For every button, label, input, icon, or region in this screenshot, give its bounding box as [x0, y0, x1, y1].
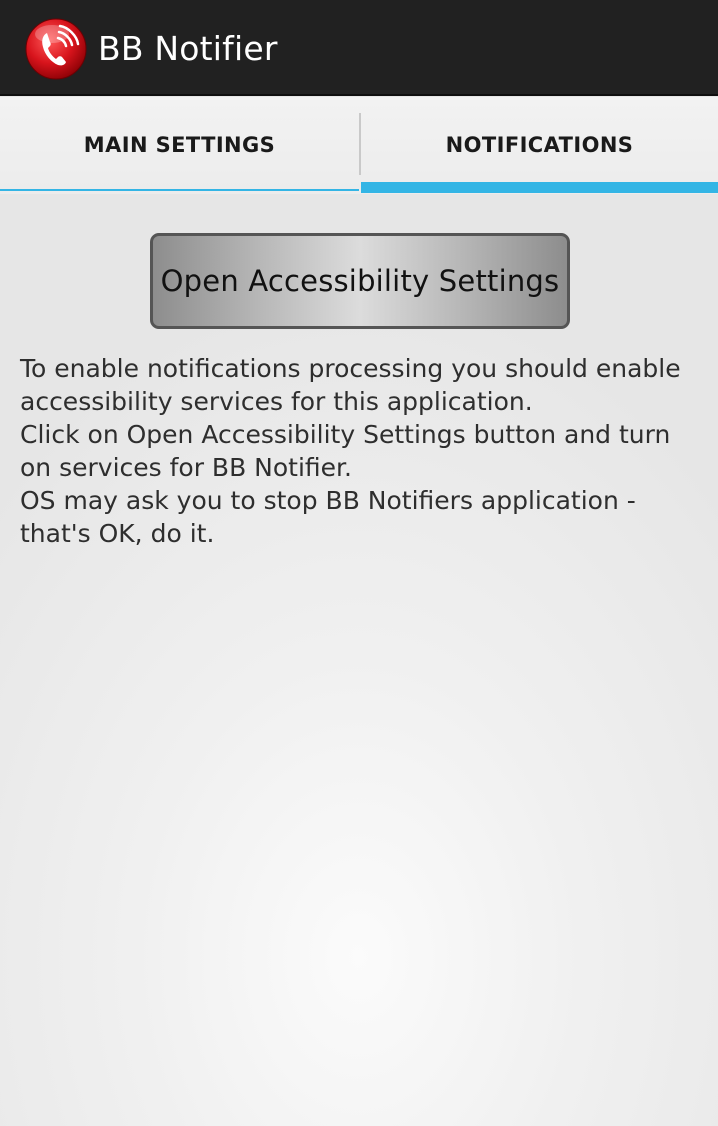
instructions-line: on services for BB Notifier. — [20, 453, 352, 482]
tab-notifications[interactable]: NOTIFICATIONS — [361, 97, 718, 194]
open-accessibility-settings-button[interactable]: Open Accessibility Settings — [150, 233, 570, 329]
tab-underline — [0, 189, 359, 191]
tab-main-settings[interactable]: MAIN SETTINGS — [0, 97, 359, 194]
action-bar: BB Notifier — [0, 0, 718, 96]
instructions-line: To enable notifications processing you s… — [20, 354, 681, 383]
app-title: BB Notifier — [98, 29, 278, 68]
instructions-line: that's OK, do it. — [20, 519, 215, 548]
tab-notifications-label: NOTIFICATIONS — [445, 132, 634, 157]
instructions-text: To enable notifications processing you s… — [20, 352, 710, 550]
instructions-line: Click on Open Accessibility Settings but… — [20, 420, 671, 449]
tab-bar: MAIN SETTINGS NOTIFICATIONS — [0, 97, 718, 194]
open-accessibility-settings-label: Open Accessibility Settings — [160, 264, 560, 298]
instructions-line: accessibility services for this applicat… — [20, 387, 533, 416]
instructions-line: OS may ask you to stop BB Notifiers appl… — [20, 486, 636, 515]
tab-main-settings-label: MAIN SETTINGS — [83, 132, 276, 157]
phone-alert-icon[interactable] — [25, 18, 87, 80]
tab-selected-indicator — [361, 182, 718, 193]
